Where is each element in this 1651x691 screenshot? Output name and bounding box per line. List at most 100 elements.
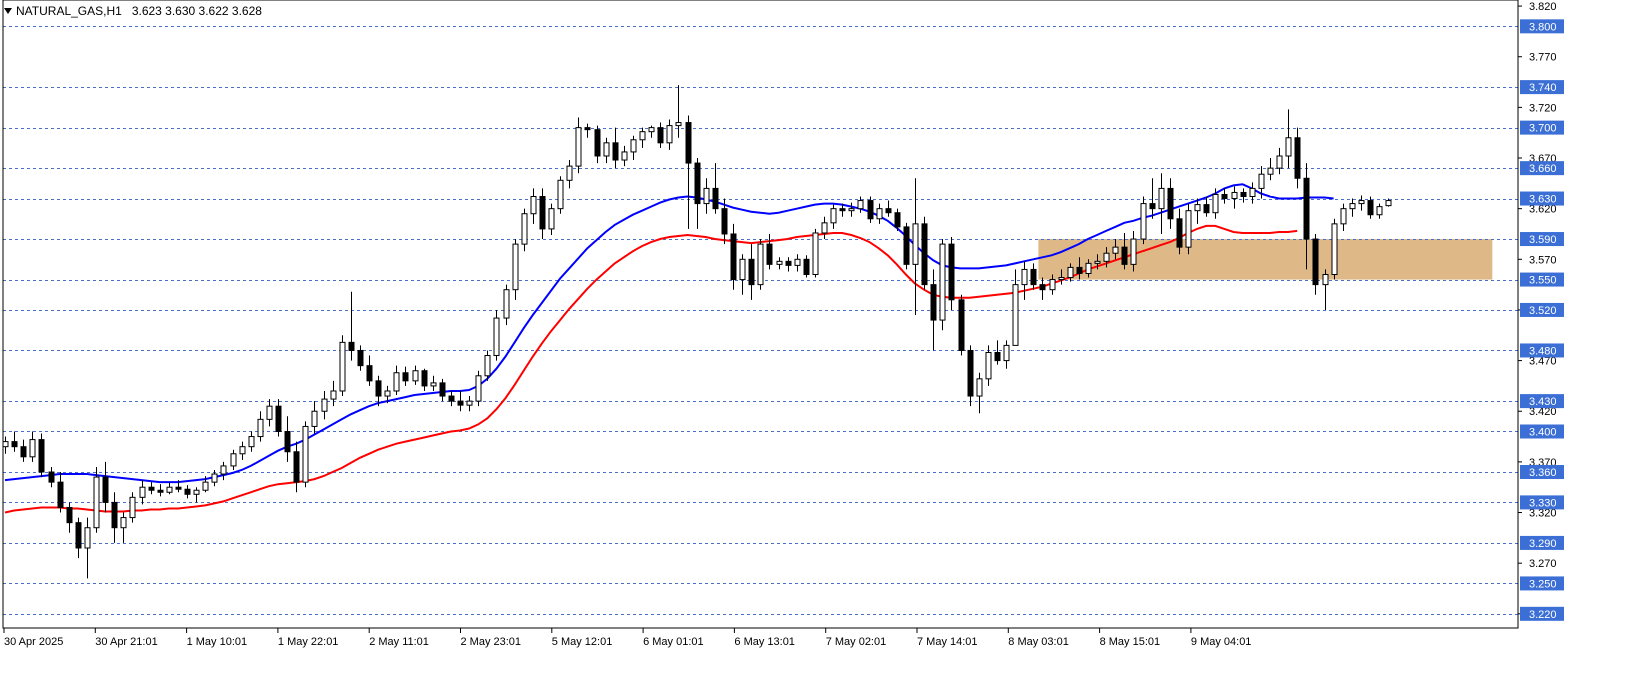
level-price-tag: 3.400 (1520, 424, 1564, 439)
candle (703, 178, 710, 214)
candle (421, 368, 428, 391)
candle-body (184, 488, 191, 495)
candle-body (484, 355, 491, 377)
candle-body (748, 258, 755, 286)
candle-body (1167, 187, 1174, 220)
candle (876, 203, 883, 224)
candle-body (393, 372, 400, 392)
candle-body (211, 473, 218, 483)
candle-body (1358, 200, 1365, 205)
plot-frame (2, 0, 1519, 629)
candle (1167, 178, 1174, 229)
candle (639, 127, 646, 148)
candle (1149, 178, 1156, 219)
candle-body (785, 260, 792, 266)
candle-body (357, 349, 364, 367)
candle-body (266, 405, 273, 420)
candle (493, 309, 500, 361)
candle (757, 239, 764, 290)
candle (630, 135, 637, 161)
candle (666, 119, 673, 150)
x-tick-label: 30 Apr 21:01 (95, 636, 157, 648)
candle (239, 441, 246, 460)
candle-body (994, 351, 1001, 362)
candle (675, 85, 682, 138)
candle (612, 127, 619, 169)
x-tick-label: 5 May 12:01 (552, 636, 613, 648)
candle (84, 517, 91, 579)
candle-body (93, 476, 100, 529)
candle-body (1185, 210, 1192, 248)
level-price-tag: 3.430 (1520, 394, 1564, 409)
candle-body (11, 441, 18, 448)
candle-body (1303, 177, 1310, 240)
y-tick-label: 3.270 (1529, 558, 1557, 570)
candle-body (739, 258, 746, 281)
candle-body (566, 165, 573, 181)
candle-body (111, 501, 118, 529)
candle-body (2, 441, 9, 448)
candle-body (703, 187, 710, 205)
candle (712, 163, 719, 214)
candle-body (248, 436, 255, 448)
candle-body (20, 446, 27, 458)
x-tick-label: 6 May 01:01 (643, 636, 704, 648)
x-tick-label: 7 May 14:01 (917, 636, 978, 648)
candle-body (1203, 204, 1210, 214)
candle-body (1130, 238, 1137, 265)
candle (1003, 340, 1010, 369)
candle (1322, 269, 1329, 310)
candle-body (1322, 273, 1329, 286)
candle (621, 145, 628, 167)
candle-body (402, 372, 409, 382)
candle-body (1258, 173, 1265, 189)
candle-body (958, 299, 965, 351)
candle-body (293, 451, 300, 483)
candle-body (657, 127, 664, 144)
candle-body (239, 446, 246, 455)
price-chart[interactable]: 3.8203.7703.7203.6703.6203.5703.5203.470… (0, 0, 1651, 686)
candle (776, 257, 783, 270)
level-price-tag: 3.590 (1520, 232, 1564, 247)
candle-body (939, 243, 946, 321)
candle-body (120, 517, 127, 529)
candle (1158, 173, 1165, 234)
candle-body (1331, 223, 1338, 275)
candle-body (1249, 187, 1256, 198)
candle (1140, 196, 1147, 245)
candle (903, 222, 910, 270)
candle (566, 160, 573, 189)
candle (166, 482, 173, 495)
candle-body (175, 486, 182, 490)
candle-body (139, 486, 146, 498)
candle-body (548, 208, 555, 230)
level-price-tag-text: 3.250 (1529, 578, 1557, 590)
candle (1331, 218, 1338, 280)
candle (1358, 195, 1365, 211)
candle (575, 117, 582, 174)
candle-body (539, 196, 546, 230)
level-price-tag-text: 3.590 (1529, 234, 1557, 246)
candle-body (1349, 203, 1356, 210)
candle-body (29, 439, 36, 458)
candle (366, 355, 373, 386)
candle (430, 375, 437, 391)
candle (739, 254, 746, 295)
candle-body (466, 400, 473, 406)
candle-body (1149, 203, 1156, 210)
candle-body (1340, 208, 1347, 225)
candle (1349, 198, 1356, 217)
candle (111, 492, 118, 543)
candle (1312, 233, 1319, 295)
candle-body (1194, 204, 1201, 212)
candle-body (694, 162, 701, 205)
candle (521, 208, 528, 252)
candle (266, 399, 273, 427)
level-lines (3, 26, 1518, 615)
candle (530, 188, 537, 224)
candle-body (430, 382, 437, 387)
candle (57, 472, 64, 513)
level-price-tag-text: 3.800 (1529, 21, 1557, 33)
symbol-dropdown-icon[interactable] (4, 8, 12, 14)
candle-body (584, 127, 591, 131)
